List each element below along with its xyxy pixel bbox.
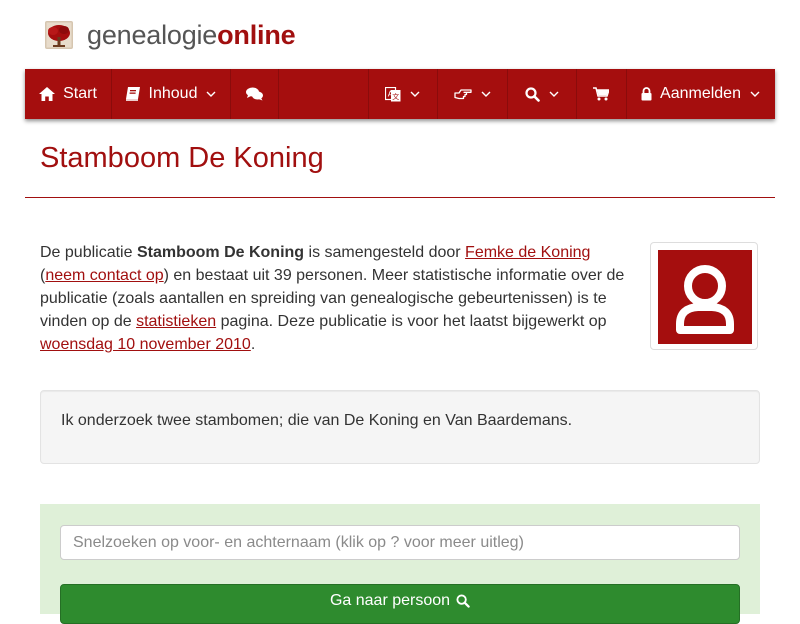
quick-search-panel: Ga naar persoon	[40, 504, 760, 624]
search-icon	[456, 592, 470, 608]
svg-text:文: 文	[392, 92, 399, 101]
go-button-label: Ga naar persoon	[329, 592, 451, 609]
language-icon: A文	[385, 86, 401, 102]
brand-name: genealogieonline	[87, 19, 296, 50]
chevron-down-icon	[481, 91, 491, 97]
nav-start[interactable]: Start	[25, 69, 111, 119]
nav-language[interactable]: A文	[368, 69, 437, 119]
title-divider	[25, 197, 775, 198]
nav-start-label: Start	[63, 85, 97, 102]
nav-inhoud-label: Inhoud	[148, 85, 198, 102]
chevron-down-icon	[750, 91, 760, 97]
lock-icon	[641, 87, 652, 101]
page-title: Stamboom De Koning	[40, 142, 324, 174]
nav-search[interactable]	[507, 69, 576, 119]
description-text: Ik onderzoek twee stambomen; die van De …	[61, 412, 573, 429]
go-to-person-button[interactable]: Ga naar persoon	[60, 584, 740, 624]
chevron-down-icon	[549, 91, 559, 97]
author-avatar[interactable]	[650, 242, 758, 350]
cart-icon	[593, 87, 609, 101]
chevron-down-icon	[410, 91, 420, 97]
book-icon	[125, 87, 141, 101]
publication-description: Ik onderzoek twee stambomen; die van De …	[40, 390, 760, 464]
user-avatar-icon	[658, 250, 752, 344]
author-link[interactable]: Femke de Koning	[465, 244, 590, 261]
site-brand[interactable]: genealogieonline	[45, 18, 296, 52]
comments-icon	[245, 87, 263, 101]
publication-intro: De publicatie Stamboom De Koning is same…	[40, 244, 625, 353]
tree-logo-icon	[45, 21, 73, 49]
main-navbar: Start Inhoud A文 Aanmelden	[25, 69, 775, 119]
publication-name: Stamboom De Koning	[136, 244, 305, 261]
nav-login[interactable]: Aanmelden	[626, 69, 775, 119]
person-search-input[interactable]	[60, 525, 740, 560]
nav-cart[interactable]	[576, 69, 626, 119]
contact-link[interactable]: neem contact op	[45, 267, 163, 284]
nav-hand[interactable]	[437, 69, 507, 119]
last-updated-link[interactable]: woensdag 10 november 2010	[40, 336, 251, 353]
statistics-link[interactable]: statistieken	[136, 313, 216, 330]
search-icon	[524, 86, 540, 102]
hand-pointer-icon	[453, 87, 472, 101]
home-icon	[39, 87, 56, 101]
nav-inhoud[interactable]: Inhoud	[111, 69, 230, 119]
nav-login-label: Aanmelden	[660, 85, 741, 102]
chevron-down-icon	[206, 91, 216, 97]
nav-forum[interactable]	[230, 69, 278, 119]
